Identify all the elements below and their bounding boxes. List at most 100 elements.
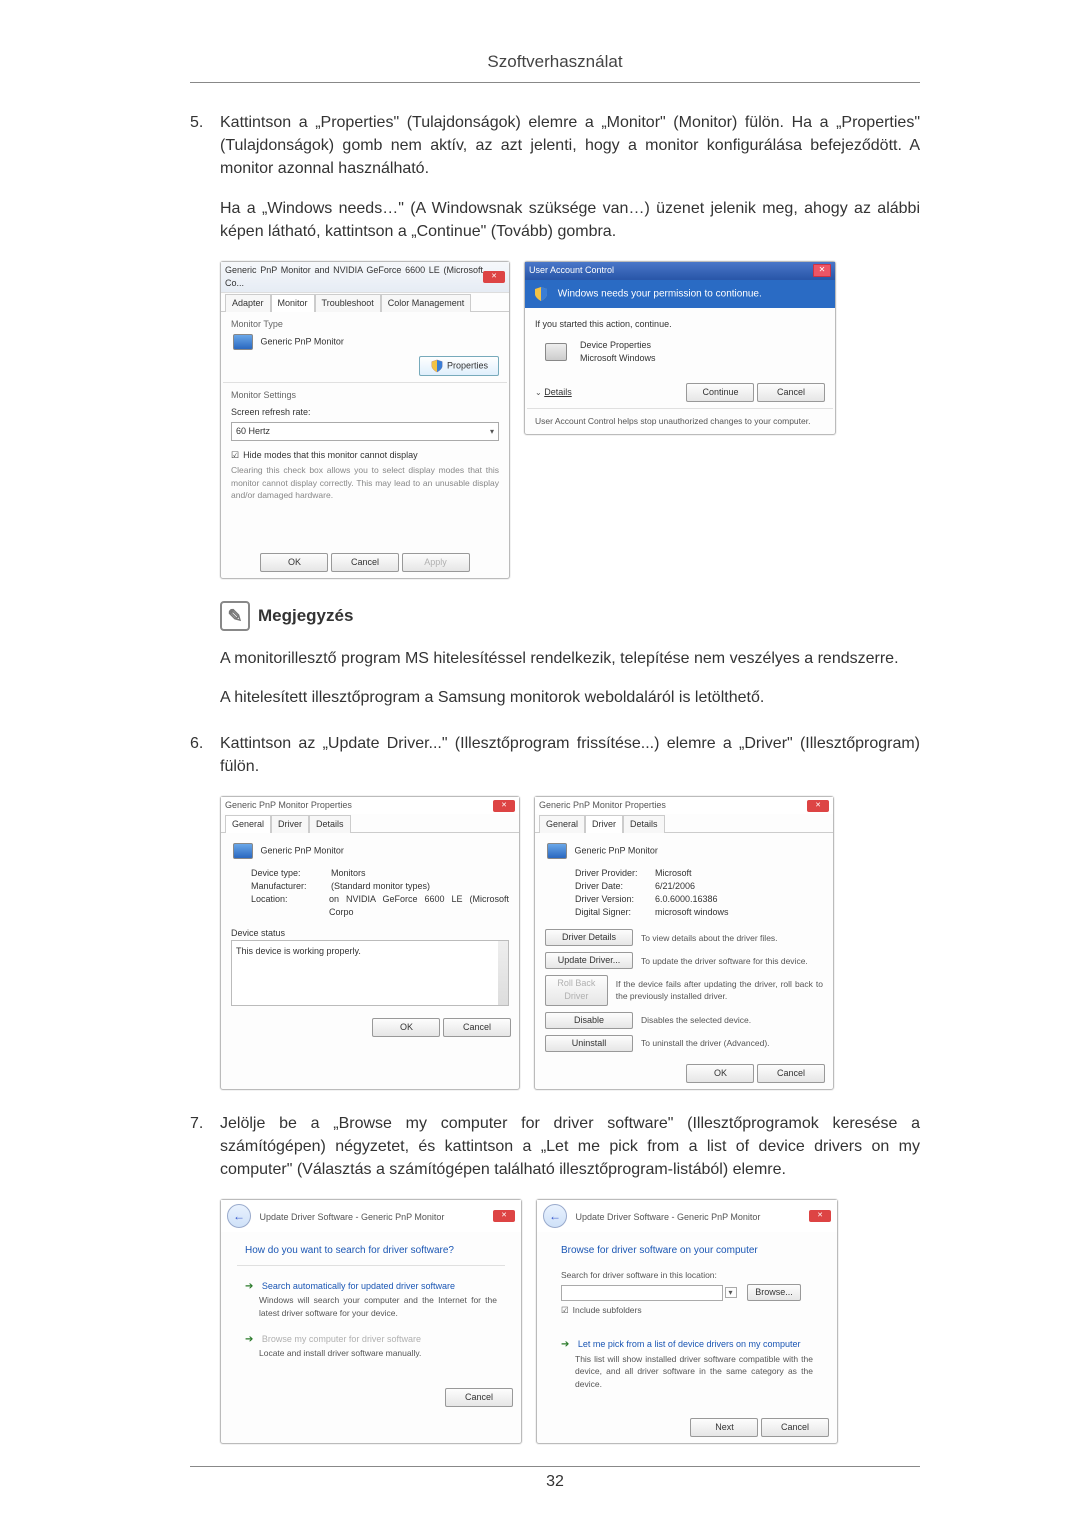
wizard-heading: Browse for driver software on your compu… bbox=[561, 1244, 813, 1259]
step-5-paragraph-1: Kattintson a „Properties" (Tulajdonságok… bbox=[220, 111, 920, 181]
tab-driver[interactable]: Driver bbox=[271, 815, 309, 833]
step-6-paragraph: Kattintson az „Update Driver..." (Illesz… bbox=[220, 732, 920, 778]
top-rule bbox=[190, 82, 920, 83]
tab-troubleshoot[interactable]: Troubleshoot bbox=[315, 294, 381, 312]
fig-wizard-browse: ← Update Driver Software - Generic PnP M… bbox=[536, 1199, 838, 1444]
manufacturer-key: Manufacturer: bbox=[251, 880, 331, 893]
tab-monitor[interactable]: Monitor bbox=[271, 294, 315, 312]
back-arrow-icon[interactable]: ← bbox=[543, 1204, 567, 1228]
continue-button[interactable]: Continue bbox=[686, 383, 754, 402]
digital-signer-key: Digital Signer: bbox=[575, 906, 655, 919]
tab-color-management[interactable]: Color Management bbox=[381, 294, 472, 312]
browse-button[interactable]: Browse... bbox=[747, 1284, 801, 1301]
fig-uac-dialog: User Account Control ✕ Windows needs you… bbox=[524, 261, 836, 435]
manufacturer-value: (Standard monitor types) bbox=[331, 880, 430, 893]
monitor-name: Generic PnP Monitor bbox=[261, 337, 344, 347]
fig1-title: Generic PnP Monitor and NVIDIA GeForce 6… bbox=[225, 264, 483, 290]
next-button[interactable]: Next bbox=[690, 1418, 758, 1437]
refresh-rate-value: 60 Hertz bbox=[236, 425, 270, 438]
fig3-title: Generic PnP Monitor Properties bbox=[225, 799, 352, 812]
tab-general[interactable]: General bbox=[539, 815, 585, 833]
apply-button[interactable]: Apply bbox=[402, 553, 470, 572]
fig3-titlebar: Generic PnP Monitor Properties ✕ bbox=[221, 797, 519, 814]
cancel-button[interactable]: Cancel bbox=[445, 1388, 513, 1407]
option-browse-title: Browse my computer for driver software bbox=[262, 1334, 421, 1344]
fig5-breadcrumb: Update Driver Software - Generic PnP Mon… bbox=[260, 1212, 445, 1222]
monitor-icon bbox=[233, 843, 253, 859]
cancel-button[interactable]: Cancel bbox=[757, 383, 825, 402]
option-search-auto[interactable]: ➔ Search automatically for updated drive… bbox=[245, 1280, 497, 1319]
details-link[interactable]: Details bbox=[544, 387, 572, 397]
note-label: Megjegyzés bbox=[258, 604, 353, 629]
fig4-title: Generic PnP Monitor Properties bbox=[539, 799, 666, 812]
tab-details[interactable]: Details bbox=[309, 815, 351, 833]
update-driver-button[interactable]: Update Driver... bbox=[545, 952, 633, 969]
driver-date-value: 6/21/2006 bbox=[655, 880, 695, 893]
device-name: Generic PnP Monitor bbox=[575, 846, 658, 856]
disable-button[interactable]: Disable bbox=[545, 1012, 633, 1029]
option-browse-desc: Locate and install driver software manua… bbox=[259, 1347, 497, 1359]
fig2-titlebar: User Account Control ✕ bbox=[525, 262, 835, 280]
shield-icon bbox=[533, 286, 549, 302]
microsoft-windows-label: Microsoft Windows bbox=[580, 352, 656, 365]
driver-provider-value: Microsoft bbox=[655, 867, 692, 880]
device-status-label: Device status bbox=[231, 927, 509, 940]
chevron-down-icon[interactable]: ⌄ bbox=[535, 388, 542, 397]
cancel-button[interactable]: Cancel bbox=[757, 1064, 825, 1083]
cancel-button[interactable]: Cancel bbox=[761, 1418, 829, 1437]
location-key: Location: bbox=[251, 893, 329, 919]
note-paragraph-2: A hitelesített illesztőprogram a Samsung… bbox=[220, 686, 920, 709]
tab-details[interactable]: Details bbox=[623, 815, 665, 833]
rollback-driver-button[interactable]: Roll Back Driver bbox=[545, 975, 608, 1005]
device-type-value: Monitors bbox=[331, 867, 366, 880]
monitor-type-label: Monitor Type bbox=[231, 318, 499, 331]
disable-desc: Disables the selected device. bbox=[641, 1014, 751, 1026]
uac-message-text: Windows needs your permission to contion… bbox=[558, 289, 762, 300]
device-type-key: Device type: bbox=[251, 867, 331, 880]
option-search-auto-title: Search automatically for updated driver … bbox=[262, 1281, 455, 1291]
tab-general[interactable]: General bbox=[225, 815, 271, 833]
ok-button[interactable]: OK bbox=[372, 1018, 440, 1037]
shield-icon bbox=[430, 359, 444, 373]
option-pick-title: Let me pick from a list of device driver… bbox=[578, 1339, 801, 1349]
close-icon[interactable]: ✕ bbox=[483, 271, 505, 283]
monitor-settings-label: Monitor Settings bbox=[231, 389, 499, 402]
digital-signer-value: microsoft windows bbox=[655, 906, 729, 919]
cancel-button[interactable]: Cancel bbox=[331, 553, 399, 572]
fig6-breadcrumb: Update Driver Software - Generic PnP Mon… bbox=[576, 1212, 761, 1222]
close-icon[interactable]: ✕ bbox=[807, 800, 829, 812]
hide-modes-checkbox[interactable]: Hide modes that this monitor cannot disp… bbox=[231, 449, 499, 462]
close-icon[interactable]: ✕ bbox=[813, 264, 831, 277]
fig-wizard-search: ← Update Driver Software - Generic PnP M… bbox=[220, 1199, 522, 1444]
driver-version-key: Driver Version: bbox=[575, 893, 655, 906]
bottom-rule bbox=[190, 1466, 920, 1467]
include-subfolders-checkbox[interactable]: Include subfolders bbox=[561, 1304, 813, 1316]
cancel-button[interactable]: Cancel bbox=[443, 1018, 511, 1037]
device-icon bbox=[545, 343, 567, 361]
ok-button[interactable]: OK bbox=[260, 553, 328, 572]
fig4-titlebar: Generic PnP Monitor Properties ✕ bbox=[535, 797, 833, 814]
refresh-rate-select[interactable]: 60 Hertz ▾ bbox=[231, 422, 499, 441]
close-icon[interactable]: ✕ bbox=[809, 1210, 831, 1222]
option-pick-from-list[interactable]: ➔ Let me pick from a list of device driv… bbox=[561, 1338, 813, 1389]
close-icon[interactable]: ✕ bbox=[493, 1210, 515, 1222]
arrow-icon: ➔ bbox=[245, 1334, 253, 1345]
properties-button[interactable]: Properties bbox=[419, 356, 499, 376]
tab-driver[interactable]: Driver bbox=[585, 815, 623, 833]
close-icon[interactable]: ✕ bbox=[493, 800, 515, 812]
step-5: 5. Kattintson a „Properties" (Tulajdonsá… bbox=[190, 111, 920, 243]
uac-message-bar: Windows needs your permission to contion… bbox=[525, 280, 835, 308]
arrow-icon: ➔ bbox=[245, 1281, 253, 1292]
back-arrow-icon[interactable]: ← bbox=[227, 1204, 251, 1228]
fig6-titlebar: ← Update Driver Software - Generic PnP M… bbox=[537, 1200, 837, 1232]
driver-details-button[interactable]: Driver Details bbox=[545, 929, 633, 946]
option-browse-computer[interactable]: ➔ Browse my computer for driver software… bbox=[245, 1333, 497, 1360]
driver-provider-key: Driver Provider: bbox=[575, 867, 655, 880]
location-input[interactable] bbox=[561, 1285, 723, 1301]
chevron-down-icon[interactable]: ▾ bbox=[725, 1287, 737, 1298]
fig-general-tab: Generic PnP Monitor Properties ✕ General… bbox=[220, 796, 520, 1090]
step-6-number: 6. bbox=[190, 732, 220, 778]
uninstall-button[interactable]: Uninstall bbox=[545, 1035, 633, 1052]
ok-button[interactable]: OK bbox=[686, 1064, 754, 1083]
tab-adapter[interactable]: Adapter bbox=[225, 294, 271, 312]
